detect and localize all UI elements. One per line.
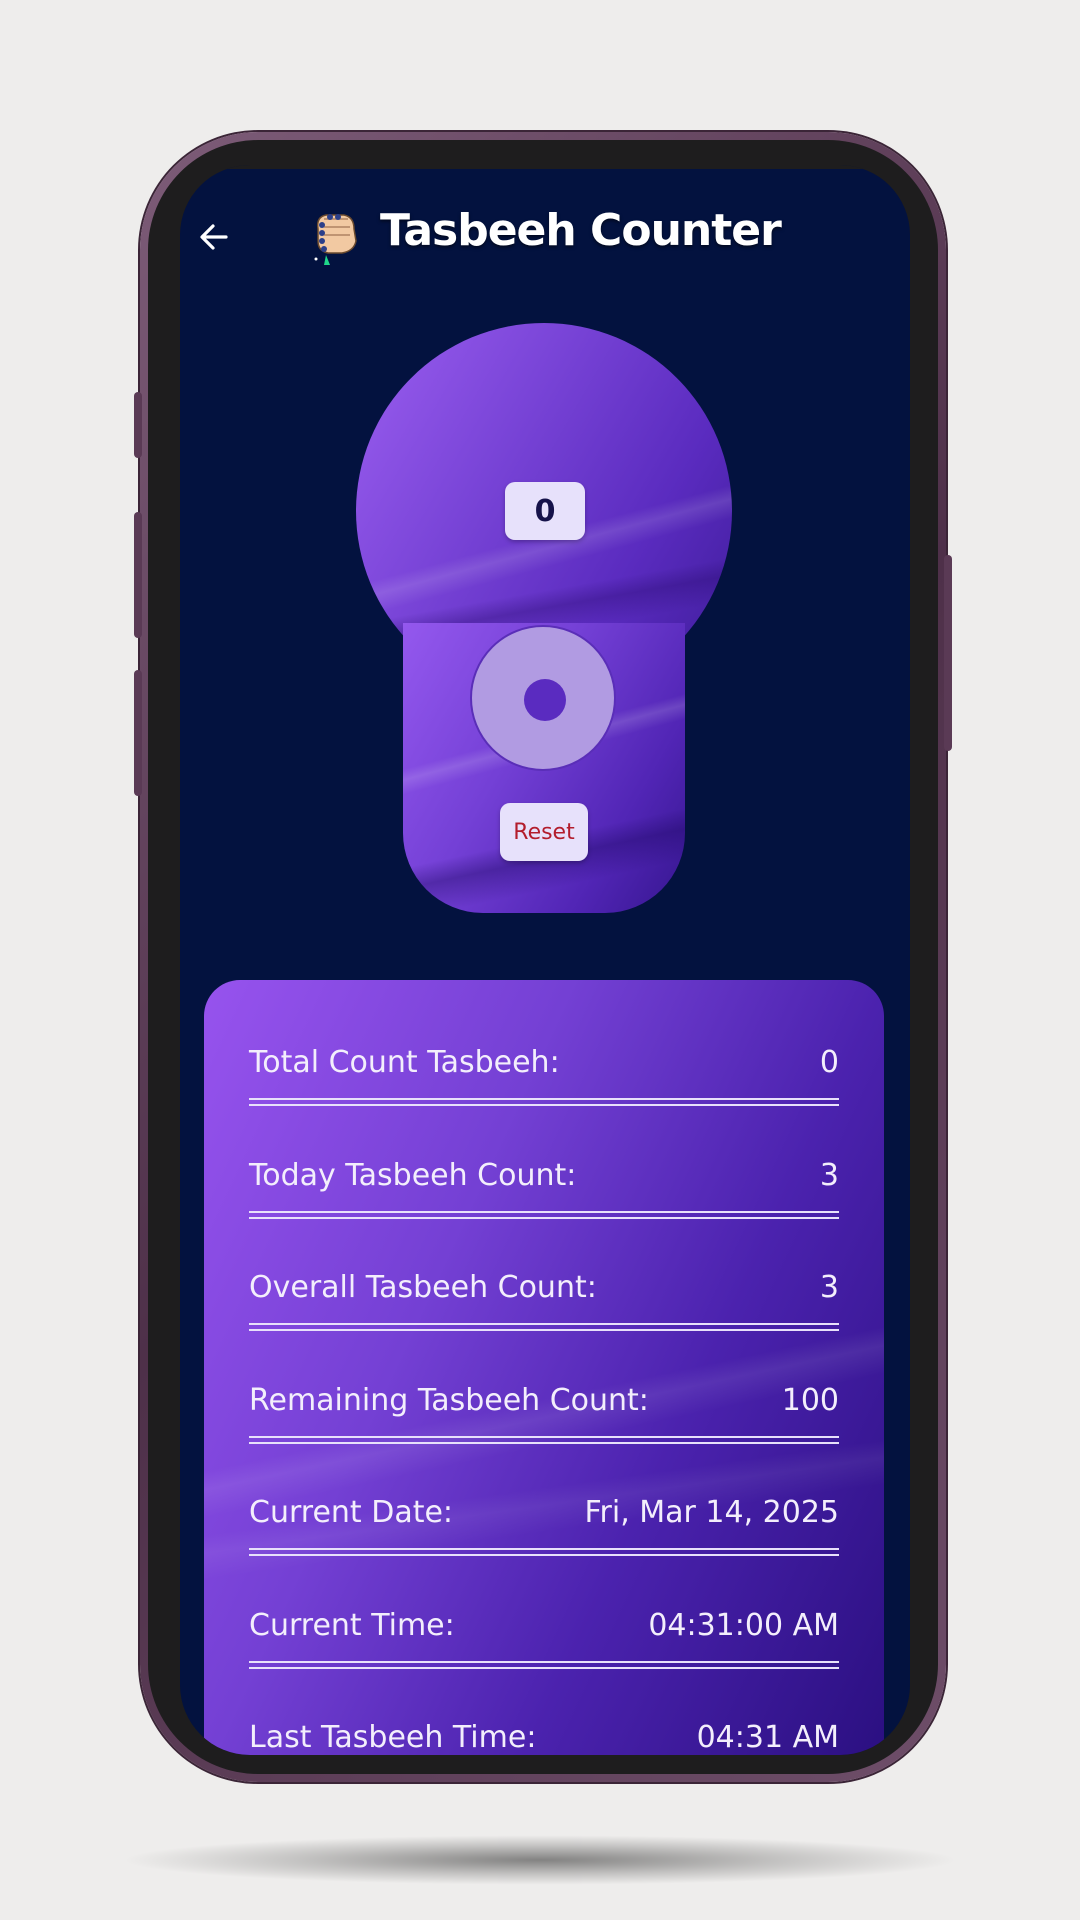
stat-row-remaining-count: Remaining Tasbeeh Count: 100 xyxy=(249,1370,839,1430)
side-button-volume-up xyxy=(134,512,142,638)
divider xyxy=(249,1661,839,1669)
stats-card: Total Count Tasbeeh: 0 Today Tasbeeh Cou… xyxy=(204,980,884,1755)
stat-row-current-date: Current Date: Fri, Mar 14, 2025 xyxy=(249,1482,839,1542)
reset-button[interactable]: Reset xyxy=(500,803,588,861)
stat-row-last-tasbeeh-time: Last Tasbeeh Time: 04:31 AM xyxy=(249,1707,839,1755)
app-screen: Tasbeeh Counter 0 Reset Total Count Tasb… xyxy=(180,165,910,1755)
stat-row-overall-count: Overall Tasbeeh Count: 3 xyxy=(249,1257,839,1317)
stat-value: 100 xyxy=(781,1382,839,1418)
side-button-volume-down xyxy=(134,670,142,796)
side-button-silent xyxy=(134,392,142,458)
stat-value: 3 xyxy=(819,1269,839,1305)
stat-label: Remaining Tasbeeh Count: xyxy=(249,1382,649,1418)
divider xyxy=(249,1323,839,1331)
stat-label: Today Tasbeeh Count: xyxy=(249,1157,577,1193)
divider xyxy=(249,1211,839,1219)
stat-label: Total Count Tasbeeh: xyxy=(249,1044,560,1080)
count-display: 0 xyxy=(505,482,585,540)
stat-value: Fri, Mar 14, 2025 xyxy=(584,1494,839,1530)
divider xyxy=(249,1548,839,1556)
stat-label: Current Date: xyxy=(249,1494,454,1530)
stat-row-current-time: Current Time: 04:31:00 AM xyxy=(249,1595,839,1655)
stat-value: 0 xyxy=(819,1044,839,1080)
stat-row-today-count: Today Tasbeeh Count: 3 xyxy=(249,1145,839,1205)
side-button-power xyxy=(944,555,952,751)
stat-value: 04:31:00 AM xyxy=(648,1607,839,1643)
tap-button-center xyxy=(524,679,566,721)
stat-label: Overall Tasbeeh Count: xyxy=(249,1269,597,1305)
stat-label: Current Time: xyxy=(249,1607,455,1643)
tasbeeh-counter-device: 0 Reset xyxy=(180,165,910,945)
divider xyxy=(249,1436,839,1444)
stat-value: 04:31 AM xyxy=(696,1719,839,1755)
count-tap-button[interactable] xyxy=(470,625,616,771)
stat-label: Last Tasbeeh Time: xyxy=(249,1719,537,1755)
stat-value: 3 xyxy=(819,1157,839,1193)
stat-row-total-count: Total Count Tasbeeh: 0 xyxy=(249,1032,839,1092)
phone-shadow xyxy=(120,1835,960,1885)
divider xyxy=(249,1098,839,1106)
